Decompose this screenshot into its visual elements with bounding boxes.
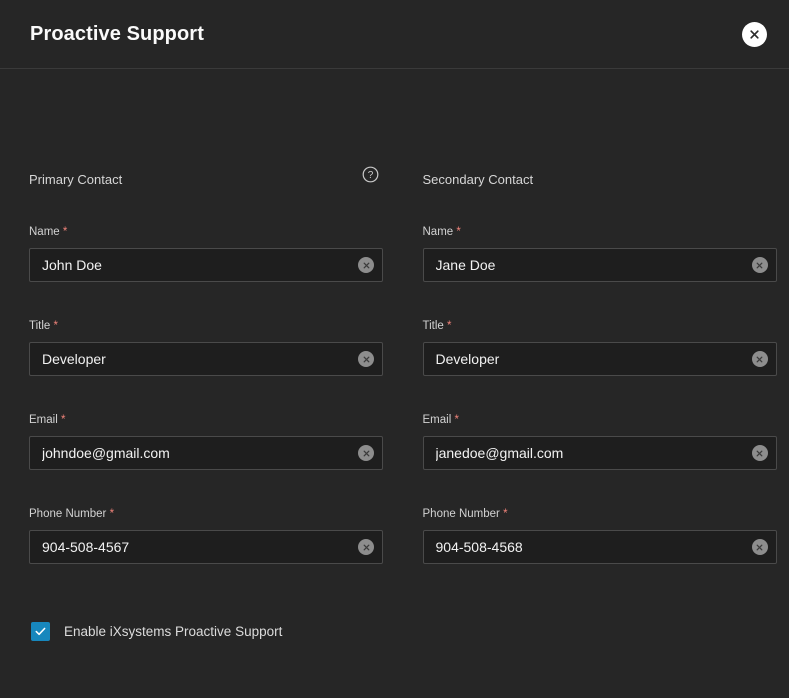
- close-icon[interactable]: [742, 22, 767, 47]
- field-primary-name: Name *: [29, 225, 396, 282]
- clear-x-glyph: [362, 355, 371, 364]
- clear-x-glyph: [755, 449, 764, 458]
- label-secondary-title: Title *: [423, 319, 789, 333]
- input-wrap-secondary-name: [423, 248, 777, 282]
- contacts-columns: Primary Contact Name *: [0, 171, 789, 564]
- primary-name-input[interactable]: [29, 248, 383, 282]
- label-text: Name: [423, 226, 454, 238]
- secondary-email-input[interactable]: [423, 436, 777, 470]
- clear-x-glyph: [362, 449, 371, 458]
- field-primary-phone: Phone Number *: [29, 507, 396, 564]
- label-text: Email: [29, 414, 58, 426]
- label-primary-name: Name *: [29, 225, 396, 239]
- label-primary-title: Title *: [29, 319, 396, 333]
- clear-circle-icon[interactable]: [752, 445, 768, 461]
- clear-x-glyph: [362, 261, 371, 270]
- label-text: Name: [29, 226, 60, 238]
- secondary-contact-heading: Secondary Contact: [423, 171, 789, 188]
- primary-contact-heading: Primary Contact: [29, 171, 396, 188]
- label-secondary-name: Name *: [423, 225, 789, 239]
- secondary-name-input[interactable]: [423, 248, 777, 282]
- field-secondary-title: Title *: [423, 319, 789, 376]
- secondary-contact-column: Secondary Contact Name *: [423, 171, 789, 564]
- required-marker: *: [503, 508, 507, 520]
- clear-circle-icon[interactable]: [752, 351, 768, 367]
- label-secondary-email: Email *: [423, 413, 789, 427]
- input-wrap-secondary-phone: [423, 530, 777, 564]
- required-marker: *: [63, 226, 67, 238]
- clear-x-glyph: [755, 355, 764, 364]
- primary-email-input[interactable]: [29, 436, 383, 470]
- input-wrap-primary-phone: [29, 530, 383, 564]
- clear-x-glyph: [755, 261, 764, 270]
- dialog-body: ? Primary Contact Name *: [0, 69, 789, 698]
- label-text: Phone Number: [423, 508, 500, 520]
- input-wrap-secondary-email: [423, 436, 777, 470]
- primary-title-input[interactable]: [29, 342, 383, 376]
- checkmark-icon: [34, 625, 47, 638]
- clear-circle-icon[interactable]: [358, 445, 374, 461]
- label-primary-phone: Phone Number *: [29, 507, 396, 521]
- input-wrap-primary-title: [29, 342, 383, 376]
- label-text: Title: [29, 320, 50, 332]
- proactive-support-dialog: Proactive Support ? Primary Contact Name: [0, 0, 789, 698]
- clear-circle-icon[interactable]: [358, 351, 374, 367]
- clear-circle-icon[interactable]: [358, 257, 374, 273]
- enable-proactive-support-checkbox[interactable]: Enable iXsystems Proactive Support: [31, 622, 282, 641]
- required-marker: *: [110, 508, 114, 520]
- label-text: Title: [423, 320, 444, 332]
- clear-circle-icon[interactable]: [752, 539, 768, 555]
- input-wrap-secondary-title: [423, 342, 777, 376]
- enable-proactive-support-label: Enable iXsystems Proactive Support: [64, 623, 282, 641]
- label-primary-email: Email *: [29, 413, 396, 427]
- label-text: Phone Number: [29, 508, 106, 520]
- input-wrap-primary-email: [29, 436, 383, 470]
- dialog-header: Proactive Support: [0, 0, 789, 69]
- checkbox-icon: [31, 622, 50, 641]
- field-secondary-name: Name *: [423, 225, 789, 282]
- secondary-title-input[interactable]: [423, 342, 777, 376]
- required-marker: *: [447, 320, 451, 332]
- required-marker: *: [456, 226, 460, 238]
- field-secondary-email: Email *: [423, 413, 789, 470]
- secondary-phone-input[interactable]: [423, 530, 777, 564]
- clear-circle-icon[interactable]: [358, 539, 374, 555]
- label-secondary-phone: Phone Number *: [423, 507, 789, 521]
- field-secondary-phone: Phone Number *: [423, 507, 789, 564]
- label-text: Email: [423, 414, 452, 426]
- primary-phone-input[interactable]: [29, 530, 383, 564]
- clear-x-glyph: [362, 543, 371, 552]
- required-marker: *: [54, 320, 58, 332]
- field-primary-title: Title *: [29, 319, 396, 376]
- required-marker: *: [454, 414, 458, 426]
- clear-circle-icon[interactable]: [752, 257, 768, 273]
- close-x-glyph: [748, 28, 761, 41]
- clear-x-glyph: [755, 543, 764, 552]
- primary-contact-column: Primary Contact Name *: [29, 171, 396, 564]
- input-wrap-primary-name: [29, 248, 383, 282]
- required-marker: *: [61, 414, 65, 426]
- field-primary-email: Email *: [29, 413, 396, 470]
- page-title: Proactive Support: [30, 21, 204, 47]
